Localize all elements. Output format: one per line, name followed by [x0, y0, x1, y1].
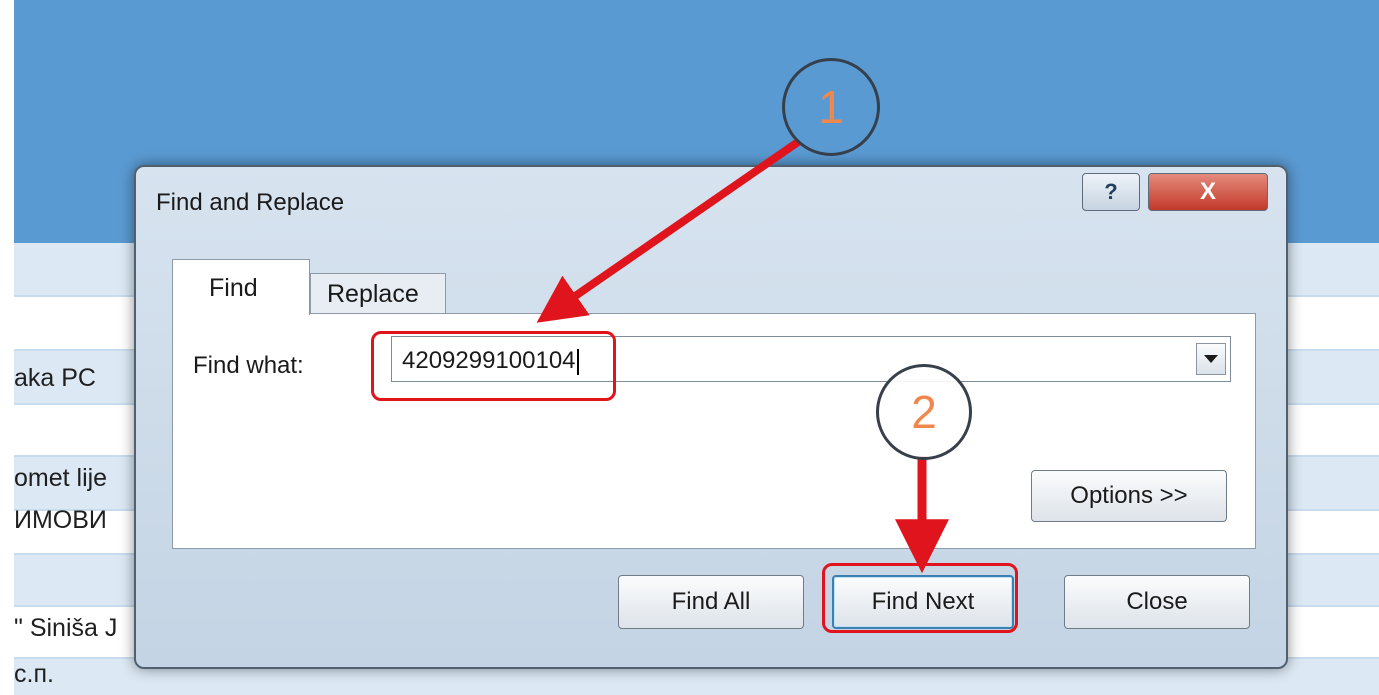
sheet-cell: ИМОВИ	[14, 506, 107, 534]
sheet-cell: c.п.	[14, 660, 54, 688]
find-tab-panel: Find what: 4209299100104 Options >>	[172, 313, 1256, 549]
close-window-button[interactable]: X	[1148, 173, 1268, 211]
step-1-marker: 1	[782, 58, 880, 156]
find-replace-dialog: Find and Replace ? X Find Replace Find w…	[134, 165, 1288, 669]
help-button[interactable]: ?	[1082, 173, 1140, 211]
find-history-dropdown[interactable]	[1196, 343, 1226, 375]
tab-replace[interactable]: Replace	[310, 273, 446, 313]
sheet-cell: aka PC	[14, 364, 96, 392]
tab-replace-label: Replace	[327, 280, 419, 308]
find-all-button[interactable]: Find All	[618, 575, 804, 629]
chevron-down-icon	[1204, 355, 1218, 363]
sheet-cell: " Siniša J	[14, 614, 118, 642]
tab-find-label: Find	[209, 274, 258, 302]
input-highlight-box	[371, 331, 616, 401]
close-button[interactable]: Close	[1064, 575, 1250, 629]
step-2-marker: 2	[876, 364, 972, 460]
tab-find[interactable]: Find	[172, 259, 310, 315]
find-what-label: Find what:	[193, 352, 304, 379]
sheet-cell: omet lije	[14, 464, 108, 492]
find-next-highlight-box	[822, 563, 1018, 633]
left-margin	[0, 0, 14, 695]
options-button[interactable]: Options >>	[1031, 470, 1227, 522]
dialog-title: Find and Replace	[156, 189, 345, 216]
